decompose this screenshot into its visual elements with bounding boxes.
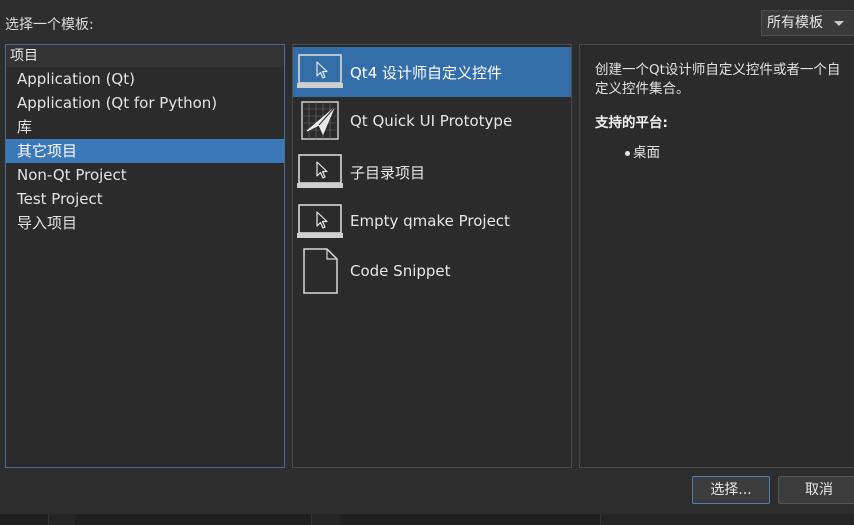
monitor-cursor-icon <box>297 204 343 238</box>
paper-plane-icon <box>301 101 339 140</box>
document-icon <box>303 248 338 294</box>
category-item-application-qt[interactable]: Application (Qt) <box>6 67 284 91</box>
category-item-library[interactable]: 库 <box>6 115 284 139</box>
template-label: Code Snippet <box>350 262 451 280</box>
template-label: Qt4 设计师自定义控件 <box>350 64 503 82</box>
template-filter-dropdown[interactable]: 所有模板 <box>761 10 854 36</box>
choose-template-label: 选择一个模板: <box>5 17 94 33</box>
template-item-empty-qmake-project[interactable]: Empty qmake Project <box>293 197 571 247</box>
monitor-cursor-icon <box>297 154 343 188</box>
category-list: 项目 Application (Qt) Application (Qt for … <box>5 44 285 468</box>
category-item-test-project[interactable]: Test Project <box>6 187 284 211</box>
background-segment <box>340 514 601 525</box>
template-item-qt-quick-ui-prototype[interactable]: Qt Quick UI Prototype <box>293 97 571 147</box>
category-item-application-qt-python[interactable]: Application (Qt for Python) <box>6 91 284 115</box>
template-description: 创建一个Qt设计师自定义控件或者一个自定义控件集合。 <box>595 62 841 97</box>
cancel-button[interactable]: 取消 <box>778 476 854 504</box>
choose-button[interactable]: 选择... <box>692 476 770 504</box>
background-window-strip <box>0 514 854 525</box>
category-item-non-qt-project[interactable]: Non-Qt Project <box>6 163 284 187</box>
template-item-code-snippet[interactable]: Code Snippet <box>293 247 571 297</box>
template-item-subdirs-project[interactable]: 子目录项目 <box>293 147 571 197</box>
platform-label: 桌面 <box>633 145 660 161</box>
platform-item: 桌面 <box>625 141 844 161</box>
category-item-other-projects[interactable]: 其它项目 <box>6 139 284 163</box>
template-list: Qt4 设计师自定义控件 Qt Quick UI Prototype 子目录项目… <box>292 44 572 468</box>
template-label: 子目录项目 <box>350 164 426 182</box>
new-project-dialog: 选择一个模板: 所有模板 项目 Application (Qt) Applica… <box>0 0 854 525</box>
background-segment <box>0 514 49 525</box>
template-item-designer-widget[interactable]: Qt4 设计师自定义控件 <box>293 47 571 97</box>
monitor-cursor-icon <box>297 54 343 88</box>
category-item-import-project[interactable]: 导入项目 <box>6 211 284 235</box>
template-label: Empty qmake Project <box>350 212 510 230</box>
background-segment <box>75 514 312 525</box>
supported-platforms-title: 支持的平台: <box>595 115 668 131</box>
template-description-panel: 创建一个Qt设计师自定义控件或者一个自定义控件集合。 支持的平台: 桌面 <box>579 44 854 468</box>
chevron-down-icon <box>834 21 844 26</box>
template-label: Qt Quick UI Prototype <box>350 112 513 130</box>
category-header-projects[interactable]: 项目 <box>6 45 284 67</box>
template-filter-value: 所有模板 <box>767 15 823 31</box>
bullet-icon <box>625 150 630 156</box>
